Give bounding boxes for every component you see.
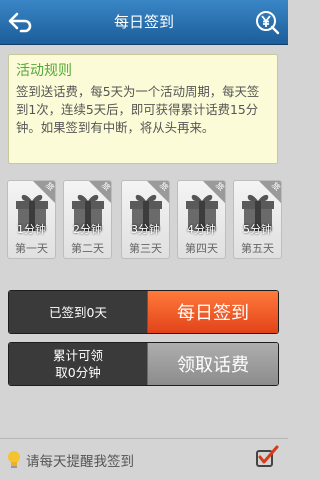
coin-yen-icon (256, 11, 280, 35)
gift-day: 第一天 (15, 242, 48, 255)
signin-row: 已签到0天 每日签到 (8, 290, 279, 334)
gift-card: 旅 1分钟 第一天 (7, 180, 56, 259)
page-title: 每日签到 (113, 13, 174, 31)
app-header: 每日签到 (0, 0, 288, 45)
divider (0, 438, 288, 439)
claim-status-text: 累计可领 取0分钟 (52, 348, 103, 380)
gift-day: 第五天 (241, 242, 274, 255)
reminder-checkbox[interactable] (254, 444, 280, 470)
claim-row: 累计可领 取0分钟 领取话费 (8, 342, 279, 386)
rules-title: 活动规则 (16, 63, 72, 79)
gift-minutes: 2分钟 (73, 223, 102, 236)
gift-card: 旅 2分钟 第二天 (63, 180, 112, 259)
gift-day: 第三天 (129, 242, 162, 255)
gift-card: 旅 5分钟 第五天 (233, 180, 282, 259)
signin-status: 已签到0天 (9, 291, 147, 333)
gift-card: 旅 3分钟 第三天 (121, 180, 170, 259)
reminder-row[interactable]: 请每天提醒我签到 (6, 448, 134, 472)
checkmark-icon (256, 445, 279, 467)
claim-credit-button[interactable]: 领取话费 (147, 343, 278, 385)
recharge-button[interactable] (252, 7, 282, 37)
gift-row: 旅 1分钟 第一天旅 2分钟 第二天旅 3分钟 第三天旅 4分钟 第四天旅 5分钟 第五天 (7, 180, 283, 260)
gift-day: 第四天 (185, 242, 218, 255)
gift-minutes: 1分钟 (17, 223, 46, 236)
gift-minutes: 5分钟 (243, 223, 272, 236)
daily-signin-button[interactable]: 每日签到 (147, 291, 278, 333)
gift-minutes: 3分钟 (131, 223, 160, 236)
lightbulb-icon (8, 451, 20, 468)
gift-minutes: 4分钟 (187, 223, 216, 236)
claim-status: 累计可领 取0分钟 (9, 343, 147, 385)
gift-day: 第二天 (71, 242, 104, 255)
rules-card: 活动规则 签到送话费，每5天为一个活动周期，每天签到1次，连续5天后，即可获得累… (8, 54, 278, 164)
reminder-label: 请每天提醒我签到 (26, 454, 134, 470)
rules-text: 签到送话费，每5天为一个活动周期，每天签到1次，连续5天后，即可获得累计话费15… (16, 84, 260, 135)
gift-card: 旅 4分钟 第四天 (177, 180, 226, 259)
